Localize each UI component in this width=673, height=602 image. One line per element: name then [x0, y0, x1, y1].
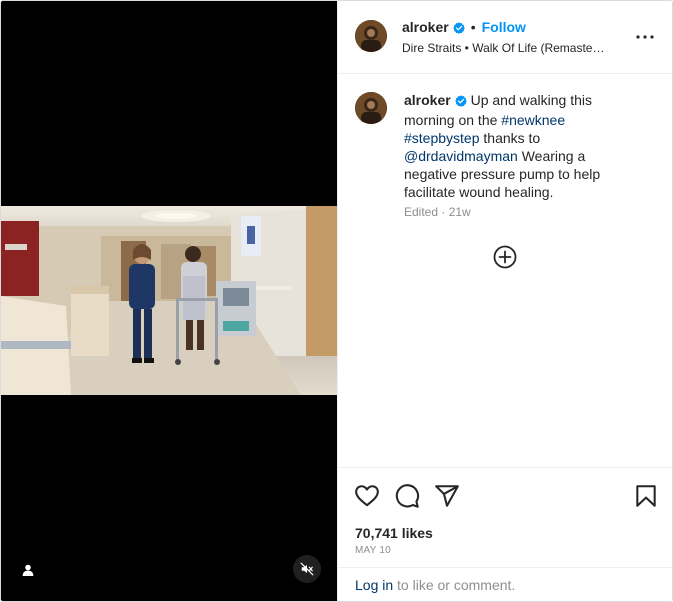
- post-modal: alroker • Follow Dire Straits • Walk Of Li…: [0, 0, 673, 602]
- more-horizontal-icon: [636, 35, 654, 39]
- follow-button[interactable]: Follow: [482, 19, 526, 35]
- post-date[interactable]: MAY 10: [355, 545, 391, 556]
- header-user-line: alroker • Follow: [402, 19, 526, 37]
- action-bar: 70,741 likes MAY 10: [338, 467, 672, 568]
- post-header: alroker • Follow Dire Straits • Walk Of Li…: [338, 1, 672, 74]
- profile-photo-image: [355, 20, 387, 52]
- comment-button[interactable]: [394, 483, 420, 509]
- user-tag-icon: [22, 564, 34, 576]
- video-frame[interactable]: [1, 206, 337, 395]
- load-more-comments-button[interactable]: [493, 245, 517, 269]
- caption-avatar[interactable]: [355, 92, 387, 124]
- share-paper-plane-icon: [435, 485, 459, 507]
- post-sidebar: alroker • Follow Dire Straits • Walk Of Li…: [337, 1, 672, 601]
- media-pane[interactable]: [1, 1, 337, 601]
- caption-username[interactable]: alroker: [404, 92, 451, 108]
- verified-badge-icon: [452, 21, 465, 37]
- login-link[interactable]: Log in: [355, 577, 393, 593]
- hashtag-link[interactable]: #newknee: [501, 112, 565, 128]
- caption-segment: thanks to: [479, 130, 541, 146]
- save-button[interactable]: [633, 483, 659, 509]
- caption-text: alroker Up and walking this morning on t…: [404, 91, 619, 201]
- more-options-button[interactable]: [633, 29, 657, 45]
- hashtag-link[interactable]: #stepbystep: [404, 130, 480, 146]
- hospital-hallway-video-image: [1, 206, 337, 395]
- bookmark-icon: [636, 485, 656, 507]
- audio-link[interactable]: Dire Straits • Walk Of Life (Remaste…: [402, 41, 622, 55]
- user-tag-button[interactable]: [15, 557, 41, 583]
- mention-link[interactable]: @drdavidmayman: [404, 148, 518, 164]
- plus-circle-icon: [493, 245, 517, 269]
- likes-count[interactable]: 70,741 likes: [355, 525, 433, 541]
- profile-photo-image: [355, 92, 387, 124]
- caption-area: alroker Up and walking this morning on t…: [338, 74, 672, 467]
- edited-timestamp[interactable]: Edited · 21w: [404, 205, 471, 219]
- avatar[interactable]: [355, 20, 387, 52]
- login-bar: Log in to like or comment.: [338, 567, 672, 601]
- separator-dot: •: [470, 19, 476, 35]
- like-button[interactable]: [354, 483, 380, 509]
- header-username[interactable]: alroker: [402, 19, 449, 35]
- share-button[interactable]: [434, 483, 460, 509]
- comment-icon: [395, 484, 420, 508]
- login-prompt: Log in to like or comment.: [355, 577, 515, 593]
- speaker-muted-icon: [300, 562, 314, 576]
- heart-icon: [355, 485, 379, 507]
- verified-badge-icon: [454, 93, 467, 111]
- mute-button[interactable]: [293, 555, 321, 583]
- login-prompt-text: to like or comment.: [393, 577, 516, 593]
